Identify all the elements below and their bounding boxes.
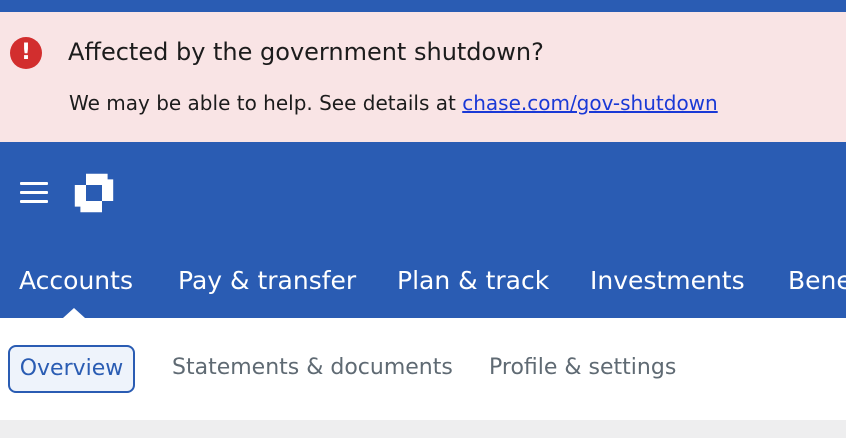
alert-body-text: We may be able to help. See details at [69,91,463,115]
chase-logo-icon[interactable] [74,173,114,213]
exclamation-icon: ! [10,37,42,69]
hamburger-menu-icon[interactable] [20,182,48,204]
nav-benefits[interactable]: Bene [788,266,846,295]
tab-statements-documents[interactable]: Statements & documents [172,346,453,390]
content-area [0,420,846,438]
sub-navigation: Overview Statements & documents Profile … [0,318,846,420]
shutdown-alert-banner: ! Affected by the government shutdown? W… [0,12,846,142]
alert-title: Affected by the government shutdown? [68,38,544,66]
site-header: Accounts Pay & transfer Plan & track Inv… [0,142,846,318]
tab-profile-settings[interactable]: Profile & settings [489,346,676,390]
top-strip [0,0,846,12]
nav-investments[interactable]: Investments [590,266,745,295]
tab-overview[interactable]: Overview [8,345,135,393]
nav-plan-track[interactable]: Plan & track [397,266,549,295]
nav-pay-transfer[interactable]: Pay & transfer [178,266,356,295]
gov-shutdown-link[interactable]: chase.com/gov-shutdown [462,91,718,115]
active-nav-caret [63,308,85,318]
nav-accounts[interactable]: Accounts [19,266,133,295]
alert-body: We may be able to help. See details at c… [69,91,718,115]
